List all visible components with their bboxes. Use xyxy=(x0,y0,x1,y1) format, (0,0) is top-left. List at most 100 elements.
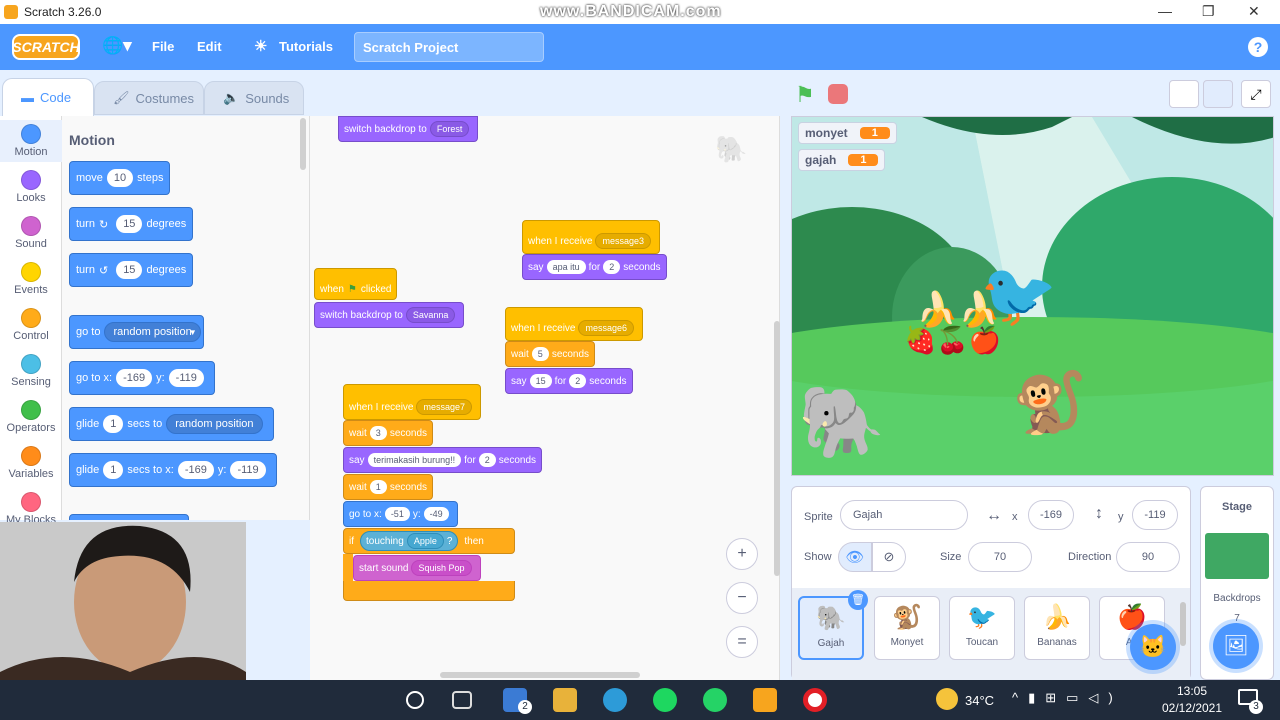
edge-icon[interactable] xyxy=(603,688,627,712)
touching-dropdown[interactable]: Apple xyxy=(406,533,444,549)
normal-stage-button[interactable] xyxy=(1203,80,1233,108)
target-dropdown[interactable]: random position xyxy=(166,414,263,434)
tab-sounds[interactable]: 🔈 Sounds xyxy=(204,81,304,115)
switch-backdrop-block[interactable]: switch backdrop to Savanna xyxy=(314,302,465,328)
elephant-sprite[interactable]: 🐘 xyxy=(798,387,885,457)
stage-selector-panel[interactable]: Stage Backdrops 7 🖼 xyxy=(1200,486,1274,680)
say-for-block[interactable]: say terimakasih burung!! for 2 seconds xyxy=(343,447,543,473)
apple-sprite[interactable]: 🍓🍒🍎 xyxy=(904,327,1001,353)
vertical-scrollbar[interactable] xyxy=(774,321,780,576)
hide-eye-icon[interactable]: ⊘ xyxy=(872,542,906,572)
x-input[interactable]: -169 xyxy=(116,369,153,387)
start-sound-block[interactable]: start sound Squish Pop xyxy=(353,555,481,581)
sprite-card-monyet[interactable]: 🐒 Monyet xyxy=(874,596,940,660)
when-i-receive-hat[interactable]: when I receive message3 xyxy=(522,220,661,254)
help-icon[interactable]: ? xyxy=(1248,37,1268,57)
x-input[interactable]: -169 xyxy=(1028,500,1074,530)
delete-sprite-icon[interactable]: 🗑 xyxy=(848,590,868,610)
zoom-in-button[interactable]: + xyxy=(726,538,758,570)
variable-monitor-monyet[interactable]: monyet 1 xyxy=(798,122,897,144)
bandicam-record-icon[interactable] xyxy=(803,688,827,712)
x-input[interactable]: -169 xyxy=(177,461,214,479)
category-control[interactable]: Control xyxy=(0,304,62,346)
when-i-receive-hat[interactable]: when I receive message6 xyxy=(505,307,644,341)
y-input[interactable]: -119 xyxy=(1132,500,1178,530)
wait-block[interactable]: wait 5 seconds xyxy=(505,341,596,367)
turn-left-block[interactable]: turn ↺ 15 degrees xyxy=(69,253,194,287)
wait-block[interactable]: wait 1 seconds xyxy=(343,474,434,500)
category-operators[interactable]: Operators xyxy=(0,396,62,438)
message-dropdown[interactable]: message6 xyxy=(578,320,635,336)
task-view-icon[interactable] xyxy=(452,691,472,709)
edit-menu[interactable]: Edit xyxy=(197,39,222,54)
steps-input[interactable]: 10 xyxy=(106,169,134,187)
sprite-name-input[interactable]: Gajah xyxy=(840,500,968,530)
glide-block[interactable]: glide 1 secs to random position xyxy=(69,407,274,441)
secs-input[interactable]: 2 xyxy=(569,374,587,388)
fullscreen-icon[interactable]: ⤢ xyxy=(1241,80,1271,108)
tab-costumes[interactable]: 🖌 Costumes xyxy=(94,81,204,115)
wait-input[interactable]: 1 xyxy=(369,480,387,494)
wait-input[interactable]: 3 xyxy=(369,426,387,440)
secs-input[interactable]: 1 xyxy=(103,461,124,479)
choose-backdrop-icon[interactable]: 🖼 xyxy=(1213,623,1259,669)
project-title-input[interactable]: Scratch Project xyxy=(354,32,544,62)
secs-input[interactable]: 2 xyxy=(478,453,496,467)
code-workspace[interactable]: switch backdrop to Forest 🐘 when ⚑ clicked … xyxy=(310,116,780,680)
horizontal-scrollbar[interactable] xyxy=(440,672,640,678)
show-eye-icon[interactable]: 👁 xyxy=(838,542,872,572)
stage-canvas[interactable]: monyet 1 gajah 1 🐘 🐒 🐦 🍌🍌 🍓🍒🍎 xyxy=(791,116,1274,476)
y-input[interactable]: -119 xyxy=(230,461,266,479)
when-flag-clicked-hat[interactable]: when ⚑ clicked xyxy=(314,268,398,300)
bananas-sprite[interactable]: 🍌🍌 xyxy=(916,293,1001,327)
stop-icon[interactable] xyxy=(828,84,848,104)
tab-code[interactable]: ▬ Code xyxy=(2,78,94,116)
switch-backdrop-block[interactable]: switch backdrop to Forest xyxy=(338,116,479,142)
message-input[interactable]: 15 xyxy=(529,374,552,388)
wait-block[interactable]: wait 3 seconds xyxy=(343,420,434,446)
maximize-button[interactable]: ❐ xyxy=(1202,3,1215,20)
move-steps-block[interactable]: move 10 steps xyxy=(69,161,171,195)
degrees-input[interactable]: 15 xyxy=(116,215,143,233)
scratch-taskbar-icon[interactable] xyxy=(753,688,777,712)
go-to-block[interactable]: go to random position ▼ xyxy=(69,315,204,349)
file-menu[interactable]: File xyxy=(152,39,174,54)
y-input[interactable]: -49 xyxy=(423,507,449,521)
partial-block[interactable] xyxy=(69,514,189,520)
category-events[interactable]: Events xyxy=(0,258,62,300)
category-sound[interactable]: Sound xyxy=(0,212,62,254)
sprite-card-bananas[interactable]: 🍌 Bananas xyxy=(1024,596,1090,660)
category-variables[interactable]: Variables xyxy=(0,442,62,484)
go-to-xy-block[interactable]: go to x: -51 y: -49 xyxy=(343,501,458,527)
message-dropdown[interactable]: message3 xyxy=(595,233,652,249)
message-dropdown[interactable]: message7 xyxy=(416,399,473,415)
whatsapp-icon[interactable] xyxy=(703,688,727,712)
message-input[interactable]: terimakasih burung!! xyxy=(367,453,462,467)
file-explorer-icon[interactable] xyxy=(553,688,577,712)
variable-monitor-gajah[interactable]: gajah 1 xyxy=(798,149,886,171)
backdrop-dropdown[interactable]: Forest xyxy=(429,121,470,137)
language-globe-icon[interactable]: 🌐▾ xyxy=(102,36,132,56)
say-for-block[interactable]: say 15 for 2 seconds xyxy=(505,368,633,394)
y-input[interactable]: -119 xyxy=(168,369,204,387)
tutorials-menu[interactable]: Tutorials xyxy=(279,39,333,54)
spotify-icon[interactable] xyxy=(653,688,677,712)
if-then-block[interactable]: if touching Apple? then xyxy=(343,528,515,554)
sprite-card-toucan[interactable]: 🐦 Toucan xyxy=(949,596,1015,660)
when-i-receive-hat[interactable]: when I receive message7 xyxy=(343,384,482,420)
say-for-block[interactable]: say apa itu for 2 seconds xyxy=(522,254,667,280)
touching-block[interactable]: touching Apple? xyxy=(360,531,459,551)
size-input[interactable]: 70 xyxy=(968,542,1032,572)
sprite-list-scrollbar[interactable] xyxy=(1180,602,1186,646)
cortana-icon[interactable] xyxy=(406,691,424,709)
zoom-out-button[interactable]: − xyxy=(726,582,758,614)
degrees-input[interactable]: 15 xyxy=(116,261,143,279)
turn-right-block[interactable]: turn ↻ 15 degrees xyxy=(69,207,194,241)
x-input[interactable]: -51 xyxy=(384,507,410,521)
category-sensing[interactable]: Sensing xyxy=(0,350,62,392)
glide-xy-block[interactable]: glide 1 secs to x: -169 y: -119 xyxy=(69,453,277,487)
direction-input[interactable]: 90 xyxy=(1116,542,1180,572)
small-stage-button[interactable] xyxy=(1169,80,1199,108)
target-dropdown[interactable]: random position xyxy=(104,322,201,342)
scratch-logo[interactable]: SCRATCH xyxy=(12,34,80,60)
